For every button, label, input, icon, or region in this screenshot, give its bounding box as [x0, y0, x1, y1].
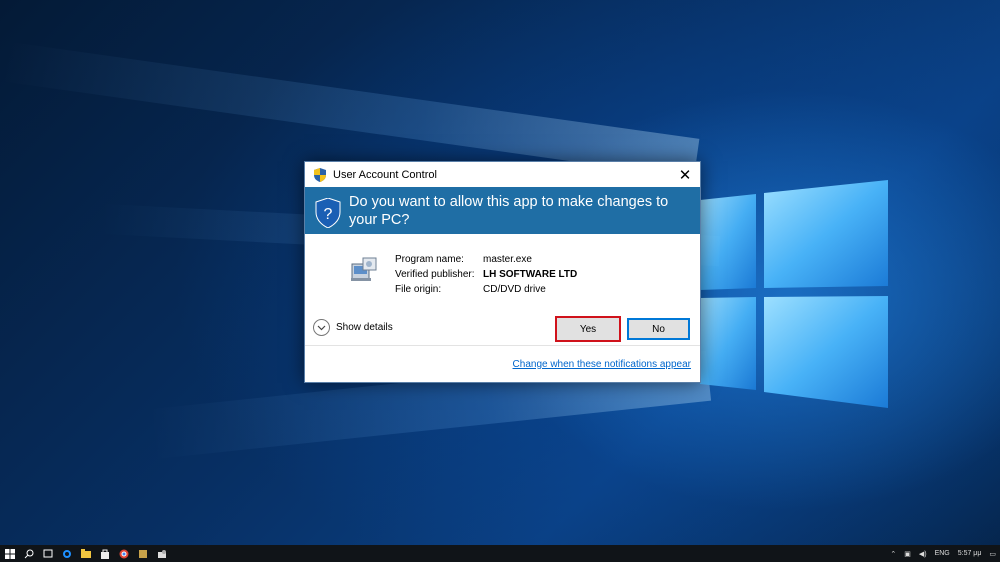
question-shield-icon: ?: [315, 198, 341, 228]
search-icon[interactable]: [19, 545, 38, 562]
program-name-value: master.exe: [483, 254, 532, 265]
no-button[interactable]: No: [627, 318, 690, 340]
dialog-title: User Account Control: [333, 168, 437, 181]
clock[interactable]: 5:57 μμ: [954, 550, 986, 557]
chevron-up-icon[interactable]: ⌃: [886, 550, 900, 558]
dialog-header: ? Do you want to allow this app to make …: [305, 187, 700, 234]
app-icon-2[interactable]: [152, 545, 171, 562]
taskbar: ⌃ ▣ ◀) ENG 5:57 μμ ▭: [0, 545, 1000, 562]
info-table: Program name: master.exe Verified publis…: [395, 252, 577, 297]
app-icon[interactable]: [133, 545, 152, 562]
network-icon[interactable]: ▣: [900, 550, 915, 558]
chrome-icon[interactable]: [114, 545, 133, 562]
volume-icon[interactable]: ◀): [915, 550, 931, 558]
program-name-label: Program name:: [395, 254, 464, 265]
windows-logo: [700, 180, 888, 408]
file-origin-value: CD/DVD drive: [483, 284, 546, 295]
dialog-titlebar: User Account Control ✕: [305, 162, 700, 187]
file-explorer-icon[interactable]: [76, 545, 95, 562]
dialog-actions: Show details Yes No: [305, 310, 700, 346]
light-beam: [0, 41, 700, 179]
language-indicator[interactable]: ENG: [931, 550, 954, 557]
publisher-value: LH SOFTWARE LTD: [483, 269, 578, 280]
svg-text:?: ?: [324, 206, 333, 223]
info-row-publisher: Verified publisher: LH SOFTWARE LTD: [395, 267, 577, 282]
info-row-program: Program name: master.exe: [395, 252, 577, 267]
dialog-question: Do you want to allow this app to make ch…: [349, 194, 669, 228]
task-view-icon[interactable]: [38, 545, 57, 562]
notification-icon[interactable]: ▭: [985, 550, 1000, 558]
program-info: Program name: master.exe Verified publis…: [305, 234, 700, 310]
publisher-label: Verified publisher:: [395, 269, 475, 280]
program-installer-icon: [351, 257, 377, 281]
uac-shield-icon: [314, 167, 326, 182]
store-icon[interactable]: [95, 545, 114, 562]
uac-dialog: User Account Control ✕ ? Do you want to …: [304, 161, 701, 383]
file-origin-label: File origin:: [395, 284, 442, 295]
close-button[interactable]: ✕: [670, 162, 700, 187]
close-icon: ✕: [678, 166, 692, 184]
show-details-label: Show details: [336, 322, 393, 333]
system-tray: ⌃ ▣ ◀) ENG 5:57 μμ ▭: [886, 545, 1000, 562]
edge-icon[interactable]: [57, 545, 76, 562]
yes-button[interactable]: Yes: [555, 316, 621, 342]
notification-settings-link[interactable]: Change when these notifications appear: [513, 359, 691, 370]
windows-start-icon[interactable]: [0, 545, 19, 562]
show-details-toggle[interactable]: Show details: [313, 319, 393, 336]
info-row-origin: File origin: CD/DVD drive: [395, 282, 577, 297]
chevron-down-icon: [313, 319, 330, 336]
dialog-footer: Change when these notifications appear: [305, 346, 700, 382]
